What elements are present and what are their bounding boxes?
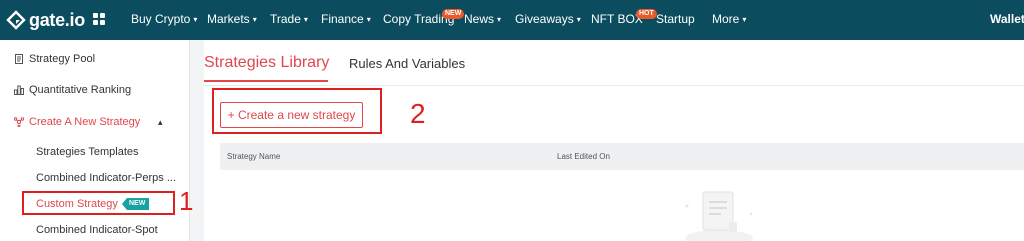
nav-more[interactable]: More ▾ [712,12,746,26]
chevron-down-icon: ▾ [193,15,198,24]
tab-strategies-library[interactable]: Strategies Library [204,54,329,72]
chevron-down-icon: ▾ [303,15,308,24]
bar-chart-icon [14,85,24,95]
column-header-strategy-name: Strategy Name [227,152,281,161]
sidebar-subitem-custom-strategy[interactable]: Custom Strategy [36,198,118,210]
hot-badge: HOT [636,9,657,19]
create-new-strategy-button[interactable]: + Create a new strategy [220,102,363,128]
active-tab-underline [204,80,328,82]
chevron-down-icon: ▾ [497,15,502,24]
sidebar-item-label: Quantitative Ranking [29,84,132,96]
tab-rules-and-variables[interactable]: Rules And Variables [349,56,465,71]
sidebar-subitem-combined-indicator-perps[interactable]: Combined Indicator-Perps ... [36,172,176,184]
sidebar-item-label: Create A New Strategy [29,116,141,128]
sidebar-item-strategy-pool[interactable]: Strategy Pool [14,53,95,65]
sidebar-item-create-new-strategy[interactable]: Create A New Strategy [14,116,140,128]
sidebar-subitem-combined-indicator-spot[interactable]: Combined Indicator-Spot [36,224,158,236]
annotation-number-1: 1 [179,186,194,216]
new-badge: NEW [442,9,465,19]
apps-grid-icon[interactable] [93,13,105,25]
nav-buy-crypto[interactable]: Buy Crypto ▾ [131,12,197,26]
column-header-last-edited-on: Last Edited On [557,152,610,161]
table-header: Strategy Name Last Edited On [220,143,1024,170]
tab-divider [204,85,1024,86]
gateio-logo-icon [6,10,26,30]
nav-news[interactable]: News ▾ [464,12,501,26]
nav-finance[interactable]: Finance ▾ [321,12,371,26]
logo-text: gate.io [29,9,85,30]
chevron-down-icon: ▾ [252,15,257,24]
nav-wallet[interactable]: Wallet [990,12,1024,26]
chevron-down-icon: ▾ [742,15,747,24]
nav-giveaways[interactable]: Giveaways ▾ [515,12,581,26]
chevron-down-icon: ▾ [366,15,371,24]
sidebar: Strategy Pool Quantitative Ranking Creat… [0,40,194,241]
chevron-down-icon: ▾ [576,15,581,24]
new-tag: NEW [122,198,150,210]
document-icon [15,54,23,64]
top-navigation-bar: gate.io Buy Crypto ▾ Markets ▾ Trade ▾ Fina… [0,0,1024,40]
main-content: Strategies Library Rules And Variables +… [204,40,1024,241]
nav-markets[interactable]: Markets ▾ [207,12,257,26]
sidebar-item-label: Strategy Pool [29,53,96,65]
nav-trade[interactable]: Trade ▾ [270,12,308,26]
sidebar-subitem-strategies-templates[interactable]: Strategies Templates [36,146,139,158]
nav-startup[interactable]: Startup [656,12,695,26]
chevron-up-icon[interactable]: ▴ [158,117,163,128]
sidebar-item-quantitative-ranking[interactable]: Quantitative Ranking [14,84,131,96]
network-icon [14,117,24,127]
gateio-logo[interactable]: gate.io [6,9,85,31]
annotation-number-2: 2 [410,98,426,129]
empty-state-illustration [685,191,753,241]
